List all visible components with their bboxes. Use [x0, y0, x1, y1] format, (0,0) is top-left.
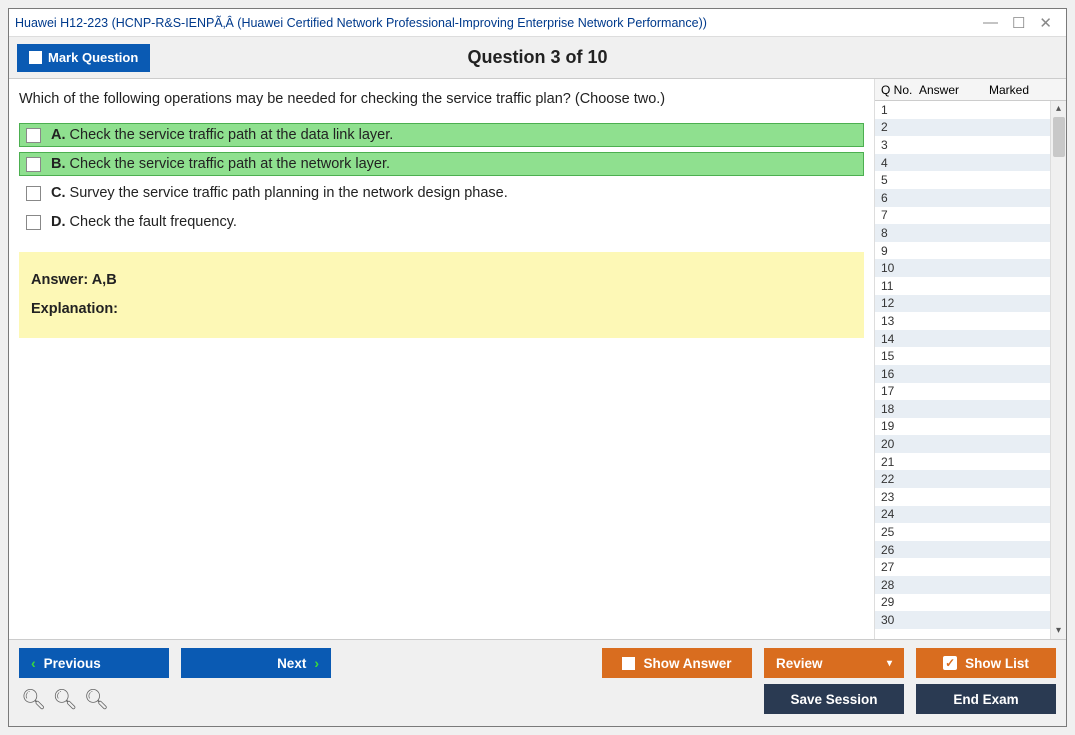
question-list-row[interactable]: 18 — [875, 400, 1050, 418]
question-list-row[interactable]: 15 — [875, 347, 1050, 365]
previous-label: Previous — [44, 656, 101, 671]
question-list-row[interactable]: 14 — [875, 330, 1050, 348]
footer-row-1: ‹ Previous Next › Show Answer Review ▾ ✓… — [19, 648, 1056, 678]
close-icon[interactable]: ✕ — [1039, 14, 1052, 32]
maximize-icon[interactable]: ☐ — [1012, 14, 1025, 32]
answer-line: Answer: A,B — [31, 266, 852, 295]
save-session-button[interactable]: Save Session — [764, 684, 904, 714]
option-checkbox[interactable] — [26, 215, 41, 230]
option-checkbox[interactable] — [26, 186, 41, 201]
zoom-in-icon[interactable]: 🔍︎ — [21, 687, 46, 712]
answer-panel: Answer: A,B Explanation: — [19, 252, 864, 338]
triangle-down-icon: ▾ — [887, 658, 892, 669]
option-label: D. Check the fault frequency. — [51, 214, 237, 230]
option-row[interactable]: B. Check the service traffic path at the… — [19, 152, 864, 176]
option-checkbox[interactable] — [26, 157, 41, 172]
scrollbar[interactable]: ▴ ▾ — [1050, 101, 1066, 639]
next-button[interactable]: Next › — [181, 648, 331, 678]
mark-question-label: Mark Question — [48, 50, 138, 65]
option-row[interactable]: D. Check the fault frequency. — [19, 210, 864, 234]
question-list-row[interactable]: 17 — [875, 383, 1050, 401]
question-list-row[interactable]: 21 — [875, 453, 1050, 471]
option-label: B. Check the service traffic path at the… — [51, 156, 390, 172]
question-list-row[interactable]: 16 — [875, 365, 1050, 383]
footer: ‹ Previous Next › Show Answer Review ▾ ✓… — [9, 639, 1066, 726]
footer-row-2: 🔍︎ 🔍︎ 🔍︎ Save Session End Exam — [19, 684, 1056, 714]
question-list-row[interactable]: 28 — [875, 576, 1050, 594]
question-list-row[interactable]: 1 — [875, 101, 1050, 119]
question-list-row[interactable]: 12 — [875, 295, 1050, 313]
end-exam-label: End Exam — [953, 692, 1018, 707]
next-label: Next — [277, 656, 306, 671]
question-list-header: Q No. Answer Marked — [875, 79, 1066, 101]
col-marked: Marked — [989, 83, 1066, 97]
explanation-label: Explanation: — [31, 295, 852, 324]
question-list-row[interactable]: 9 — [875, 242, 1050, 260]
option-row[interactable]: A. Check the service traffic path at the… — [19, 123, 864, 147]
option-row[interactable]: C. Survey the service traffic path plann… — [19, 181, 864, 205]
scroll-down-icon[interactable]: ▾ — [1051, 623, 1066, 639]
scroll-thumb[interactable] — [1053, 117, 1065, 157]
question-list-row[interactable]: 24 — [875, 506, 1050, 524]
show-answer-label: Show Answer — [643, 656, 731, 671]
question-panel: Which of the following operations may be… — [9, 79, 874, 639]
zoom-reset-icon[interactable]: 🔍︎ — [52, 687, 77, 712]
question-list-row[interactable]: 23 — [875, 488, 1050, 506]
options-list: A. Check the service traffic path at the… — [19, 123, 864, 234]
question-list[interactable]: 1234567891011121314151617181920212223242… — [875, 101, 1050, 639]
question-list-row[interactable]: 6 — [875, 189, 1050, 207]
question-list-row[interactable]: 30 — [875, 611, 1050, 629]
question-text: Which of the following operations may be… — [19, 91, 864, 107]
main-content: Which of the following operations may be… — [9, 79, 1066, 639]
minimize-icon[interactable]: — — [983, 14, 998, 32]
window-controls: — ☐ ✕ — [983, 14, 1060, 32]
question-list-row[interactable]: 27 — [875, 558, 1050, 576]
chevron-right-icon: › — [314, 655, 319, 671]
check-icon: ✓ — [943, 656, 957, 670]
mark-question-button[interactable]: Mark Question — [17, 44, 150, 72]
question-list-row[interactable]: 4 — [875, 154, 1050, 172]
previous-button[interactable]: ‹ Previous — [19, 648, 169, 678]
app-window: Huawei H12-223 (HCNP-R&S-IENPÃ‚Â (Huawei… — [8, 8, 1067, 727]
review-label: Review — [776, 656, 823, 671]
show-list-label: Show List — [965, 656, 1029, 671]
question-list-row[interactable]: 29 — [875, 594, 1050, 612]
question-list-row[interactable]: 20 — [875, 435, 1050, 453]
question-list-row[interactable]: 19 — [875, 418, 1050, 436]
titlebar: Huawei H12-223 (HCNP-R&S-IENPÃ‚Â (Huawei… — [9, 9, 1066, 37]
option-checkbox[interactable] — [26, 128, 41, 143]
zoom-out-icon[interactable]: 🔍︎ — [84, 687, 109, 712]
question-list-row[interactable]: 2 — [875, 119, 1050, 137]
save-session-label: Save Session — [790, 692, 877, 707]
option-label: C. Survey the service traffic path plann… — [51, 185, 508, 201]
question-list-row[interactable]: 7 — [875, 207, 1050, 225]
review-button[interactable]: Review ▾ — [764, 648, 904, 678]
end-exam-button[interactable]: End Exam — [916, 684, 1056, 714]
question-list-row[interactable]: 8 — [875, 224, 1050, 242]
header-bar: Mark Question Question 3 of 10 — [9, 37, 1066, 79]
chevron-left-icon: ‹ — [31, 655, 36, 671]
question-list-wrap: 1234567891011121314151617181920212223242… — [875, 101, 1066, 639]
question-list-row[interactable]: 5 — [875, 171, 1050, 189]
checkbox-icon — [29, 51, 42, 64]
question-list-row[interactable]: 11 — [875, 277, 1050, 295]
window-title: Huawei H12-223 (HCNP-R&S-IENPÃ‚Â (Huawei… — [15, 16, 983, 30]
question-list-row[interactable]: 26 — [875, 541, 1050, 559]
show-answer-button[interactable]: Show Answer — [602, 648, 752, 678]
show-list-button[interactable]: ✓ Show List — [916, 648, 1056, 678]
option-label: A. Check the service traffic path at the… — [51, 127, 393, 143]
scroll-up-icon[interactable]: ▴ — [1051, 101, 1066, 117]
zoom-controls: 🔍︎ 🔍︎ 🔍︎ — [19, 687, 109, 712]
question-counter: Question 3 of 10 — [9, 47, 1066, 68]
question-list-row[interactable]: 13 — [875, 312, 1050, 330]
question-list-row[interactable]: 22 — [875, 470, 1050, 488]
question-list-row[interactable]: 25 — [875, 523, 1050, 541]
question-list-panel: Q No. Answer Marked 12345678910111213141… — [874, 79, 1066, 639]
col-answer: Answer — [919, 83, 989, 97]
question-list-row[interactable]: 3 — [875, 136, 1050, 154]
square-icon — [622, 657, 635, 670]
col-qno: Q No. — [875, 83, 919, 97]
question-list-row[interactable]: 10 — [875, 259, 1050, 277]
